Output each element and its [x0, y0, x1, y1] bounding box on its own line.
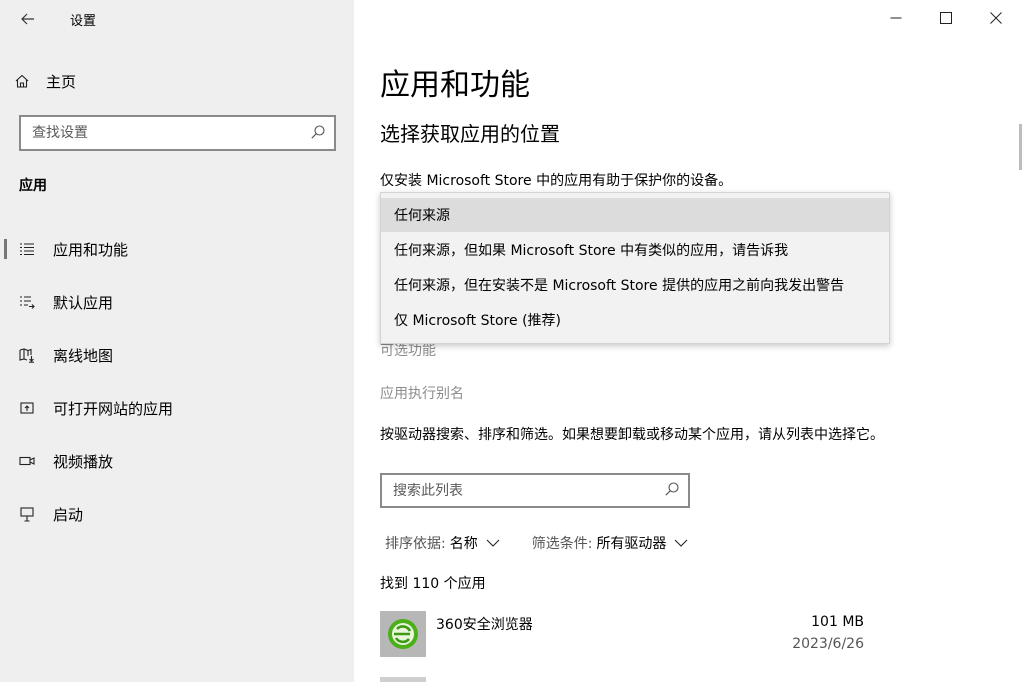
dropdown-option-notify-similar[interactable]: 任何来源，但如果 Microsoft Store 中有类似的应用，请告诉我 — [381, 233, 889, 267]
maximize-icon — [940, 12, 952, 24]
sort-dropdown[interactable]: 排序依据: 名称 — [385, 533, 500, 553]
app-size: 101 MB — [811, 614, 864, 630]
scrollbar-thumb[interactable] — [1019, 124, 1022, 170]
360-browser-icon — [380, 611, 426, 657]
sidebar-item-label: 离线地图 — [53, 346, 114, 365]
back-button[interactable] — [14, 6, 42, 32]
sidebar-item-label: 启动 — [53, 505, 84, 524]
back-arrow-icon — [21, 13, 34, 25]
dropdown-option-store-only[interactable]: 仅 Microsoft Store (推荐) — [381, 303, 889, 337]
app-list-description: 按驱动器搜索、排序和筛选。如果想要卸载或移动某个应用，请从列表中选择它。 — [380, 427, 884, 443]
page-title: 应用和功能 — [380, 68, 530, 103]
app-install-date: 2023/6/26 — [792, 636, 864, 652]
app-alias-link[interactable]: 应用执行别名 — [380, 383, 464, 403]
app-list-search-input[interactable] — [393, 481, 653, 501]
section-subtitle: 选择获取应用的位置 — [380, 122, 560, 146]
filter-dropdown[interactable]: 筛选条件: 所有驱动器 — [532, 533, 689, 553]
settings-search-input[interactable] — [32, 123, 302, 143]
sidebar-item-label: 可打开网站的应用 — [53, 399, 174, 418]
section-heading-apps: 应用 — [19, 178, 47, 194]
sidebar-item-apps-features[interactable]: 应用和功能 — [0, 231, 354, 267]
close-button[interactable] — [973, 0, 1019, 36]
filter-value: 所有驱动器 — [596, 536, 667, 552]
settings-search-box[interactable] — [19, 115, 336, 151]
app-list-search-box[interactable] — [380, 473, 690, 508]
sort-value: 名称 — [449, 536, 478, 552]
sort-label: 排序依据: — [385, 536, 446, 552]
install-source-description: 仅安装 Microsoft Store 中的应用有助于保护你的设备。 — [380, 173, 733, 189]
startup-icon — [19, 506, 35, 522]
search-icon — [311, 125, 325, 139]
title-bar-left: 设置 — [0, 0, 354, 38]
maximize-button[interactable] — [923, 0, 969, 36]
home-nav-item[interactable]: 主页 — [14, 68, 76, 94]
sidebar-item-apps-for-websites[interactable]: 可打开网站的应用 — [0, 390, 354, 426]
app-list-item[interactable]: 360安全浏览器 101 MB 2023/6/26 — [380, 608, 870, 664]
app-name: 360安全浏览器 — [436, 617, 533, 633]
apps-features-icon — [19, 241, 35, 257]
sidebar-item-default-apps[interactable]: 默认应用 — [0, 284, 354, 320]
install-source-dropdown[interactable]: 任何来源 任何来源，但如果 Microsoft Store 中有类似的应用，请告… — [380, 192, 890, 344]
dropdown-option-warn-before-install[interactable]: 任何来源，但在安装不是 Microsoft Store 提供的应用之前向我发出警… — [381, 268, 889, 302]
sidebar-item-label: 默认应用 — [53, 293, 114, 312]
sidebar-item-label: 应用和功能 — [53, 240, 129, 259]
sidebar-item-label: 视频播放 — [53, 452, 114, 471]
main-content: 应用和功能 选择获取应用的位置 仅安装 Microsoft Store 中的应用… — [354, 0, 1024, 682]
filter-label: 筛选条件: — [531, 536, 593, 552]
next-app-icon-partial — [380, 677, 426, 682]
sidebar-item-video-playback[interactable]: 视频播放 — [0, 443, 354, 479]
close-icon — [990, 12, 1002, 24]
app-title: 设置 — [70, 14, 97, 29]
sort-filter-bar: 排序依据: 名称 筛选条件: 所有驱动器 — [385, 533, 688, 553]
offline-maps-icon — [19, 347, 35, 363]
video-playback-icon — [19, 453, 35, 469]
sidebar: 设置 主页 应用 应用和功能 默认应用 — [0, 0, 354, 682]
minimize-icon — [890, 17, 902, 19]
sidebar-item-startup[interactable]: 启动 — [0, 496, 354, 532]
chevron-down-icon — [674, 538, 688, 548]
dropdown-option-any-source[interactable]: 任何来源 — [381, 198, 889, 232]
apps-for-websites-icon — [19, 400, 35, 416]
minimize-button[interactable] — [873, 0, 919, 36]
default-apps-icon — [19, 294, 35, 310]
home-label: 主页 — [46, 72, 77, 91]
search-icon — [665, 482, 679, 496]
chevron-down-icon — [486, 538, 500, 548]
sidebar-item-offline-maps[interactable]: 离线地图 — [0, 337, 354, 373]
home-icon — [15, 74, 29, 88]
found-apps-count: 找到 110 个应用 — [380, 576, 486, 592]
